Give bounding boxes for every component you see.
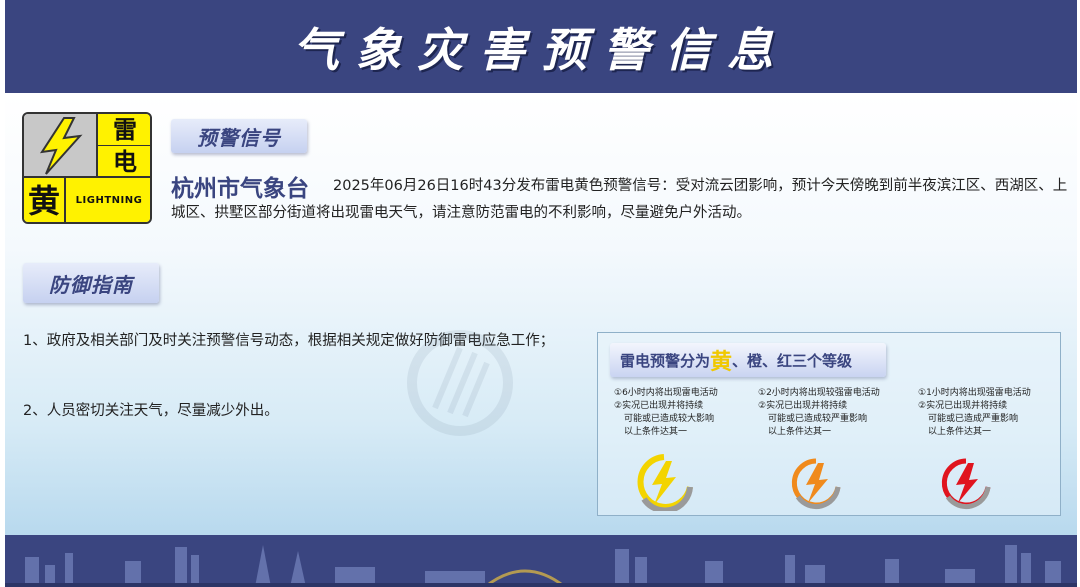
criteria-line: ①1小时内将出现强雷电活动 [918,388,1031,398]
criteria-line: 以上条件达其一 [928,427,992,437]
orange-lightning-icon [791,458,841,509]
level-orange-criteria: ①2小时内将出现较强雷电活动 ②实况已出现并将持续 可能或已造成较严重影响 以上… [758,387,908,439]
alert-text: 2025年06月26日16时43分发布雷电黄色预警信号：受对流云团影响，预计今天… [171,178,1068,221]
criteria-line: 可能或已造成较大影响 [624,414,715,424]
watermark-logo-icon [407,330,513,436]
footer-skyline-banner [5,535,1077,587]
level-banner-suffix: 、橙、红三个等级 [732,351,853,370]
page-title: 气象灾害预警信息 [293,22,789,77]
level-banner-highlight: 黄 [710,350,733,375]
header-banner: 气象灾害预警信息 [5,0,1077,93]
section-tab-guide-label: 防御指南 [49,272,133,297]
criteria-line: ①2小时内将出现较强雷电活动 [758,388,880,398]
content-area: 雷 电 黄 LIGHTNING 预警信号 杭州市气象台 2025年06月26日1… [5,93,1077,535]
warning-type-char-1: 雷 [98,114,150,146]
criteria-line: ①6小时内将出现雷电活动 [614,388,718,398]
criteria-line: 可能或已造成严重影响 [928,414,1019,424]
criteria-line: 以上条件达其一 [768,427,832,437]
warning-level-diagram: 雷电预警分为 黄 、橙、红三个等级 ①6小时内将出现雷电活动 ②实况已出现并将持… [597,332,1061,516]
criteria-line: 以上条件达其一 [624,427,688,437]
criteria-line: ②实况已出现并将持续 [918,401,1008,411]
red-lightning-icon [941,458,991,509]
lightning-warning-icon: 雷 电 黄 LIGHTNING [22,112,152,224]
city-skyline-icon [5,545,1077,587]
criteria-line: ②实况已出现并将持续 [758,401,848,411]
section-tab-signal: 预警信号 [171,119,307,153]
level-banner-prefix: 雷电预警分为 [620,351,711,370]
yellow-lightning-icon [637,454,693,511]
section-tab-signal-label: 预警信号 [197,125,281,150]
criteria-line: 可能或已造成较严重影响 [768,414,868,424]
level-red-criteria: ①1小时内将出现强雷电活动 ②实况已出现并将持续 可能或已造成严重影响 以上条件… [918,387,1068,439]
warning-level-char: 黄 [24,178,66,222]
level-yellow-criteria: ①6小时内将出现雷电活动 ②实况已出现并将持续 可能或已造成较大影响 以上条件达… [614,387,764,439]
warning-type-char-2: 电 [98,146,150,178]
page-frame: 气象灾害预警信息 雷 电 黄 LIGHTNING 预警信号 杭州市气象台 202… [5,0,1077,587]
criteria-line: ②实况已出现并将持续 [614,401,704,411]
section-tab-guide: 防御指南 [23,263,159,303]
lightning-bolt-icon [24,114,98,178]
level-banner: 雷电预警分为 黄 、橙、红三个等级 [610,343,886,377]
warning-english-label: LIGHTNING [66,178,150,222]
